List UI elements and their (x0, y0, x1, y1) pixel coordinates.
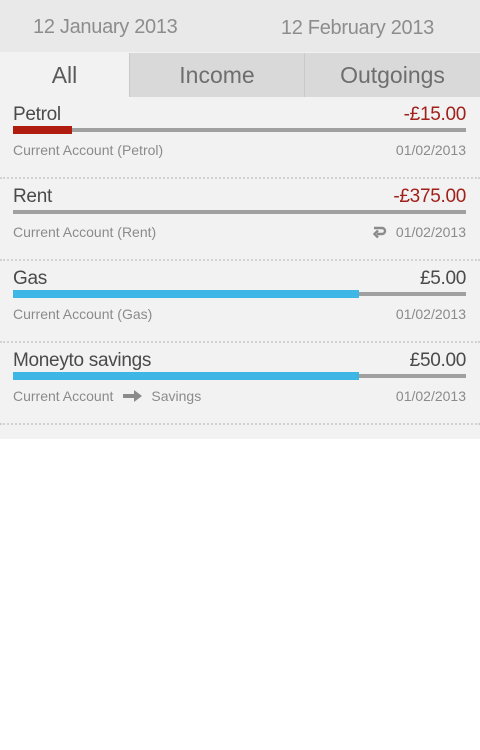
transaction-date: 01/02/2013 (396, 142, 466, 158)
transaction-name: Moneyto savings (13, 350, 152, 371)
transaction-row[interactable]: Petrol -£15.00 Current Account (Petrol) … (0, 97, 480, 179)
transaction-amount: -£15.00 (403, 104, 467, 125)
transaction-name: Petrol (13, 104, 61, 125)
transaction-date: 01/02/2013 (396, 388, 466, 404)
transaction-row[interactable]: Gas £5.00 Current Account (Gas) 01/02/20… (0, 261, 480, 343)
filter-tabs: All Income Outgoings (0, 52, 480, 97)
transaction-date-text: 01/02/2013 (395, 142, 466, 158)
transaction-date: 01/02/2013 (371, 224, 466, 240)
account-to: Savings (151, 388, 202, 404)
progress-track (13, 372, 466, 380)
tab-income[interactable]: Income (129, 53, 304, 97)
transaction-amount: £50.00 (409, 350, 467, 371)
transaction-date-text: 01/02/2013 (395, 388, 466, 404)
transaction-account: Current Account (Gas) (13, 306, 153, 322)
tab-all[interactable]: All (0, 53, 129, 97)
transaction-list: Petrol -£15.00 Current Account (Petrol) … (0, 97, 480, 439)
progress-track (13, 210, 466, 214)
transaction-amount: -£375.00 (393, 186, 466, 207)
transaction-row[interactable]: Rent -£375.00 Current Account (Rent) 01/… (0, 179, 480, 261)
transaction-account: Current Account Savings (13, 388, 201, 404)
date-range-start[interactable]: 12 January 2013 (0, 14, 178, 39)
date-range-header: 12 January 2013 12 February 2013 (0, 0, 480, 52)
account-from: Current Account (13, 388, 114, 404)
transaction-amount: £5.00 (419, 268, 466, 289)
tab-outgoings[interactable]: Outgoings (304, 53, 480, 97)
transaction-row[interactable]: Moneyto savings £50.00 Current Account S… (0, 343, 480, 425)
progress-track (13, 126, 466, 134)
repeat-icon (372, 226, 387, 239)
progress-fill (13, 290, 359, 298)
progress-track (13, 290, 466, 298)
transaction-account: Current Account (Rent) (13, 224, 157, 240)
transaction-name: Rent (13, 186, 52, 207)
progress-fill (13, 372, 359, 380)
app: 12 January 2013 12 February 2013 All Inc… (0, 0, 480, 750)
progress-fill (13, 126, 72, 134)
transaction-name: Gas (13, 268, 47, 289)
transaction-date: 01/02/2013 (396, 306, 466, 322)
transaction-date-text: 01/02/2013 (395, 224, 466, 240)
arrow-right-icon (123, 390, 143, 402)
transaction-account: Current Account (Petrol) (13, 142, 164, 158)
date-range-end[interactable]: 12 February 2013 (281, 13, 480, 40)
transaction-date-text: 01/02/2013 (395, 306, 466, 322)
